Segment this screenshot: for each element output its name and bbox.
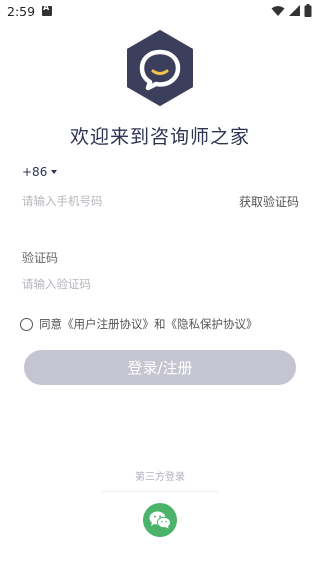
country-code-label: +86 <box>22 165 48 179</box>
chat-bubble-logo <box>127 30 193 106</box>
a-badge-icon <box>42 3 52 16</box>
country-code-selector[interactable]: +86 <box>22 165 58 179</box>
phone-input[interactable] <box>22 190 222 212</box>
status-icons <box>271 4 312 17</box>
get-code-button[interactable]: 获取验证码 <box>239 193 299 210</box>
agreement-checkbox[interactable] <box>20 317 33 331</box>
welcome-title: 欢迎来到咨询师之家 <box>69 126 250 148</box>
wifi-icon <box>271 5 285 16</box>
battery-icon <box>304 4 312 17</box>
login-button[interactable]: 登录/注册 <box>24 350 296 385</box>
code-label: 验证码 <box>22 251 59 265</box>
divider <box>102 491 218 492</box>
signal-icon <box>289 4 300 16</box>
caret-down-icon <box>51 170 58 174</box>
wechat-icon <box>149 511 171 529</box>
status-time: 2:59 <box>7 4 36 19</box>
third-party-label: 第三方登录 <box>135 472 185 483</box>
code-input[interactable] <box>22 273 282 295</box>
agreement-row[interactable]: 同意《用户注册协议》和《隐私保护协议》 <box>20 316 258 332</box>
wechat-login-button[interactable] <box>143 503 177 537</box>
agreement-text[interactable]: 同意《用户注册协议》和《隐私保护协议》 <box>39 316 258 332</box>
status-bar: 2:59 <box>0 0 320 24</box>
